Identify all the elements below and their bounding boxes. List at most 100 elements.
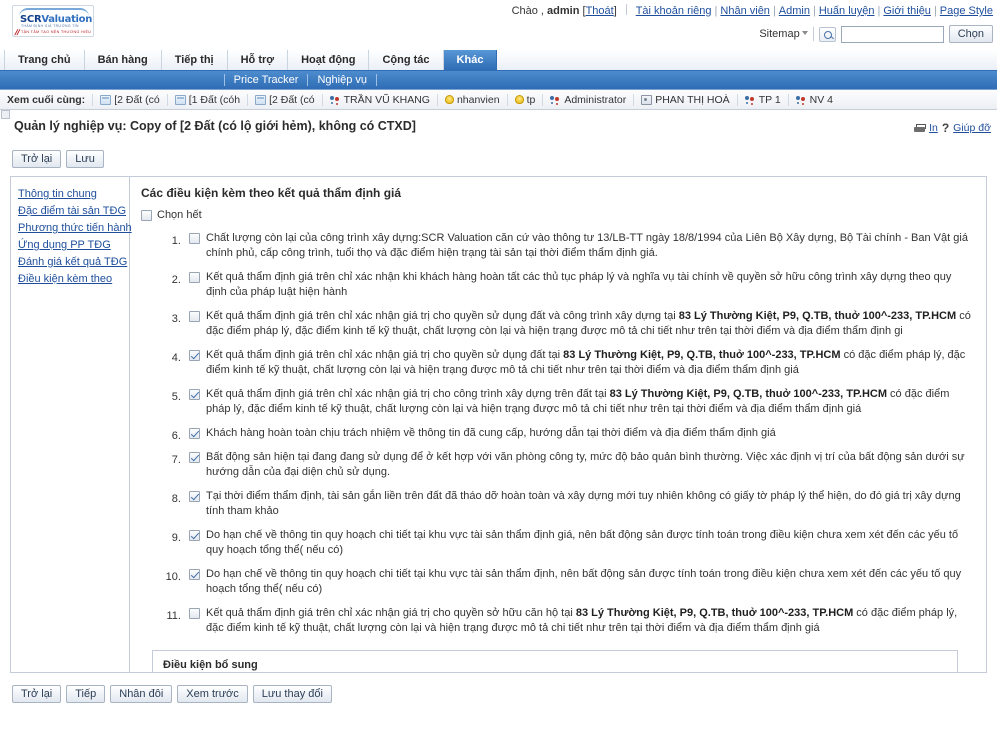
recent-item[interactable]: tp	[506, 93, 543, 106]
header-link-employee[interactable]: Nhân viên	[720, 5, 770, 17]
condition-item: Kết quả thẩm định giá trên chỉ xác nhận …	[184, 348, 972, 378]
condition-bold-4: 83 Lý Thường Kiệt, P9, Q.TB, thuở 100^-2…	[563, 349, 841, 361]
contacts-icon	[329, 95, 341, 105]
nav-tab-khac[interactable]: Khác	[443, 50, 498, 70]
company-logo: // SCRValuation THẨM ĐỊNH GIÁ TRƯỞNG TÍN…	[12, 5, 94, 37]
search-submit-button[interactable]: Chọn	[948, 25, 993, 43]
condition-checkbox-11[interactable]	[189, 608, 200, 619]
main-navigation: Trang chủ Bán hàng Tiếp thị Hỗ trợ Hoạt …	[0, 50, 997, 71]
sitemap-label: Sitemap	[759, 28, 800, 40]
nav-tab-ban-hang[interactable]: Bán hàng	[85, 50, 162, 70]
header-link-account[interactable]: Tài khoản riêng	[636, 5, 712, 17]
condition-item: Khách hàng hoàn toàn chịu trách nhiệm về…	[184, 426, 972, 441]
header-link-page-style[interactable]: Page Style	[940, 5, 993, 17]
condition-checkbox-10[interactable]	[189, 569, 200, 580]
collapse-panel-icon[interactable]	[1, 110, 10, 119]
header-link-admin[interactable]: Admin	[779, 5, 810, 17]
recent-item[interactable]: TP 1	[736, 93, 788, 106]
question-mark-icon: ?	[941, 121, 950, 135]
search-input[interactable]	[840, 25, 944, 43]
recent-item[interactable]: nhanvien	[436, 93, 507, 106]
sidebar-item-dac-diem-tai-san[interactable]: Đặc điểm tài sản TĐG	[18, 203, 129, 220]
page-title-bar: Quản lý nghiệp vụ: Copy of [2 Đất (có lộ…	[0, 110, 997, 146]
condition-bold-5: 83 Lý Thường Kiệt, P9, Q.TB, thuở 100^-2…	[609, 388, 887, 400]
condition-text-3: Kết quả thẩm định giá trên chỉ xác nhận …	[206, 309, 972, 339]
condition-checkbox-8[interactable]	[189, 491, 200, 502]
recent-item-label: tp	[526, 93, 536, 106]
back-button-bottom[interactable]: Trở lại	[12, 685, 62, 703]
search-icon[interactable]	[818, 26, 836, 42]
recent-item[interactable]: Administrator	[542, 93, 633, 106]
condition-pre-5: Kết quả thẩm định giá trên chỉ xác nhận …	[206, 388, 610, 400]
bottom-toolbar: Trở lại Tiếp Nhân đôi Xem trước Lưu thay…	[0, 673, 997, 703]
recent-item[interactable]: [1 Đất (cóh	[166, 93, 247, 106]
nav-tab-tiep-thi[interactable]: Tiếp thị	[162, 50, 228, 70]
condition-text-2: Kết quả thẩm định giá trên chỉ xác nhận …	[206, 270, 972, 300]
page-title-actions: In ? Giúp đỡ	[914, 121, 991, 135]
select-all-row[interactable]: Chọn hết	[141, 209, 972, 221]
header-link-sep: |	[812, 5, 816, 17]
select-all-label: Chọn hết	[157, 209, 202, 221]
subnav-item-price-tracker[interactable]: Price Tracker	[223, 74, 309, 86]
sidebar-item-dieu-kien-kem-theo[interactable]: Điều kiện kèm theo	[18, 271, 129, 288]
nav-tab-ho-tro[interactable]: Hỗ trợ	[228, 50, 289, 70]
recent-item-label: nhanvien	[456, 93, 500, 106]
recent-item-label: PHAN THỊ HOÀ	[655, 93, 730, 106]
preview-button[interactable]: Xem trước	[177, 685, 248, 703]
condition-text-6: Khách hàng hoàn toàn chịu trách nhiệm về…	[206, 426, 972, 441]
recent-item[interactable]: NV 4	[787, 93, 840, 106]
save-changes-button[interactable]: Lưu thay đổi	[252, 685, 332, 703]
recent-item-label: [2 Đất (có	[269, 93, 315, 106]
subnav-item-nghiep-vu[interactable]: Nghiệp vụ	[308, 74, 377, 86]
printer-icon[interactable]	[914, 123, 926, 133]
condition-item: Do hạn chế về thông tin quy hoạch chi ti…	[184, 567, 972, 597]
sidebar-item-ung-dung-pp[interactable]: Ứng dụng PP TĐG	[18, 237, 129, 254]
condition-checkbox-5[interactable]	[189, 389, 200, 400]
sidebar-item-danh-gia-ket-qua[interactable]: Đánh giá kết quả TĐG	[18, 254, 129, 271]
back-button-top[interactable]: Trở lại	[12, 150, 62, 168]
condition-checkbox-3[interactable]	[189, 311, 200, 322]
logout-link[interactable]: Thoát	[586, 5, 614, 17]
duplicate-button[interactable]: Nhân đôi	[110, 685, 173, 703]
recent-item[interactable]: TRẦN VŨ KHANG	[321, 93, 437, 106]
condition-text-4: Kết quả thẩm định giá trên chỉ xác nhận …	[206, 348, 972, 378]
condition-pre-9: Do hạn chế về thông tin quy hoạch chi ti…	[206, 529, 959, 556]
header-link-about[interactable]: Giới thiệu	[883, 5, 931, 17]
recent-item-label: [2 Đất (có	[114, 93, 160, 106]
page-title: Quản lý nghiệp vụ: Copy of [2 Đất (có lộ…	[14, 119, 416, 133]
sitemap-dropdown[interactable]: Sitemap	[759, 28, 808, 40]
condition-text-9: Do hạn chế về thông tin quy hoạch chi ti…	[206, 528, 972, 558]
condition-checkbox-2[interactable]	[189, 272, 200, 283]
sidebar-item-thong-tin-chung[interactable]: Thông tin chung	[18, 186, 129, 203]
recent-item[interactable]: [2 Đất (có	[92, 93, 167, 106]
help-link[interactable]: Giúp đỡ	[953, 122, 991, 134]
recent-item[interactable]: [2 Đất (có	[247, 93, 322, 106]
condition-text-5: Kết quả thẩm định giá trên chỉ xác nhận …	[206, 387, 972, 417]
next-button[interactable]: Tiếp	[66, 685, 106, 703]
condition-bold-11: 83 Lý Thường Kiệt, P9, Q.TB, thuở 100^-2…	[575, 607, 854, 619]
sidebar-item-phuong-thuc-tien-hanh[interactable]: Phương thức tiến hành	[18, 220, 132, 237]
condition-checkbox-7[interactable]	[189, 452, 200, 463]
condition-item: Kết quả thẩm định giá trên chỉ xác nhận …	[184, 387, 972, 417]
section-title: Các điều kiện kèm theo kết quả thẩm định…	[141, 186, 402, 200]
condition-checkbox-9[interactable]	[189, 530, 200, 541]
condition-pre-10: Do hạn chế về thông tin quy hoạch chi ti…	[206, 568, 962, 595]
condition-checkbox-4[interactable]	[189, 350, 200, 361]
header-link-training[interactable]: Huấn luyện	[819, 5, 875, 17]
recent-item[interactable]: PHAN THỊ HOÀ	[633, 93, 736, 106]
recently-viewed-label: Xem cuối cùng:	[7, 93, 86, 106]
condition-checkbox-1[interactable]	[189, 233, 200, 244]
select-all-checkbox[interactable]	[141, 209, 152, 221]
contacts-icon	[744, 95, 756, 105]
nav-tab-cong-tac[interactable]: Cộng tác	[369, 50, 444, 70]
condition-item: Kết quả thẩm định giá trên chỉ xác nhận …	[184, 309, 972, 339]
save-button-top[interactable]: Lưu	[66, 150, 104, 168]
nav-tab-trang-chu[interactable]: Trang chủ	[4, 50, 85, 70]
condition-checkbox-6[interactable]	[189, 428, 200, 439]
bell-icon	[514, 95, 524, 104]
current-username: admin	[547, 5, 580, 17]
additional-condition-box: Điều kiện bổ sung Thêm Xóa	[152, 650, 958, 672]
nav-tab-hoat-dong[interactable]: Hoạt động	[288, 50, 370, 70]
recent-item-label: TRẦN VŨ KHANG	[343, 93, 430, 106]
print-link[interactable]: In	[929, 122, 938, 134]
